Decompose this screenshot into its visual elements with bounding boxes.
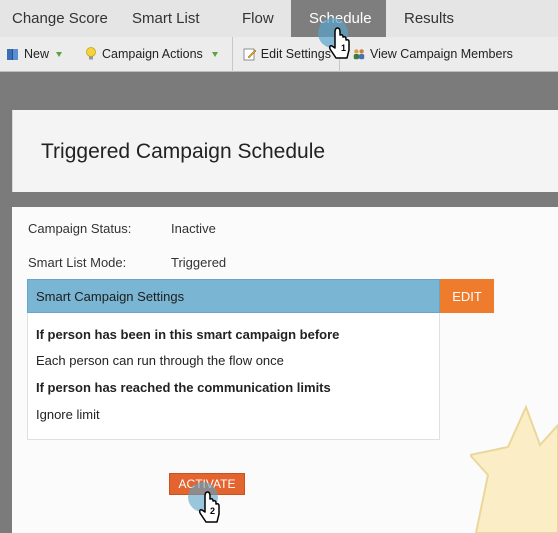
page-title: Triggered Campaign Schedule	[41, 140, 326, 163]
campaign-actions-menu-button[interactable]: Campaign Actions	[70, 37, 226, 72]
tab-bar: Change Score Smart List Flow Schedule Re…	[0, 0, 558, 37]
smart-campaign-settings-title: Smart Campaign Settings	[36, 289, 185, 304]
edit-settings-button[interactable]: EDIT	[440, 279, 494, 313]
view-campaign-members-button[interactable]: View Campaign Members	[340, 37, 521, 72]
communication-limits-value: Ignore limit	[36, 407, 100, 422]
lightbulb-icon	[84, 47, 98, 61]
new-label: New	[24, 47, 50, 61]
tab-results[interactable]: Results	[386, 0, 476, 37]
step-1-number: 1	[341, 43, 347, 53]
smart-campaign-settings-header: Smart Campaign Settings	[27, 279, 440, 313]
campaign-status-label: Campaign Status:	[28, 221, 132, 236]
campaign-status-value: Inactive	[171, 221, 216, 236]
campaign-actions-label: Campaign Actions	[102, 47, 203, 61]
smart-list-mode-label: Smart List Mode:	[28, 255, 127, 270]
step-2-cursor: 2	[186, 480, 230, 530]
step-1-cursor: 1	[316, 16, 360, 64]
step-2-number: 2	[210, 506, 216, 516]
decorative-burst-icon	[470, 404, 558, 533]
tab-label: Smart List	[132, 10, 200, 27]
communication-limits-heading: If person has reached the communication …	[36, 380, 331, 395]
book-icon	[6, 47, 20, 61]
chevron-down-icon	[211, 51, 218, 57]
qualification-value: Each person can run through the flow onc…	[36, 353, 284, 368]
step-marker-circle	[188, 482, 220, 523]
tab-label: Results	[404, 10, 455, 27]
smart-campaign-settings-body: If person has been in this smart campaig…	[27, 313, 440, 440]
tab-label: Change Score	[12, 10, 108, 27]
view-campaign-members-label: View Campaign Members	[369, 47, 513, 61]
smart-list-mode-value: Triggered	[171, 255, 227, 270]
tab-flow[interactable]: Flow	[223, 0, 291, 37]
tab-label: Flow	[242, 10, 274, 27]
step-marker-circle	[318, 18, 350, 59]
toolbar: New Campaign Actions Edit Settings View …	[0, 36, 558, 72]
edit-pencil-icon	[243, 47, 257, 61]
schedule-header-panel: Triggered Campaign Schedule	[12, 110, 558, 192]
qualification-heading: If person has been in this smart campaig…	[36, 327, 340, 342]
chevron-down-icon	[56, 51, 63, 57]
tab-smart-list[interactable]: Smart List	[120, 0, 223, 37]
new-menu-button[interactable]: New	[0, 37, 70, 72]
tab-change-score[interactable]: Change Score	[0, 0, 120, 37]
